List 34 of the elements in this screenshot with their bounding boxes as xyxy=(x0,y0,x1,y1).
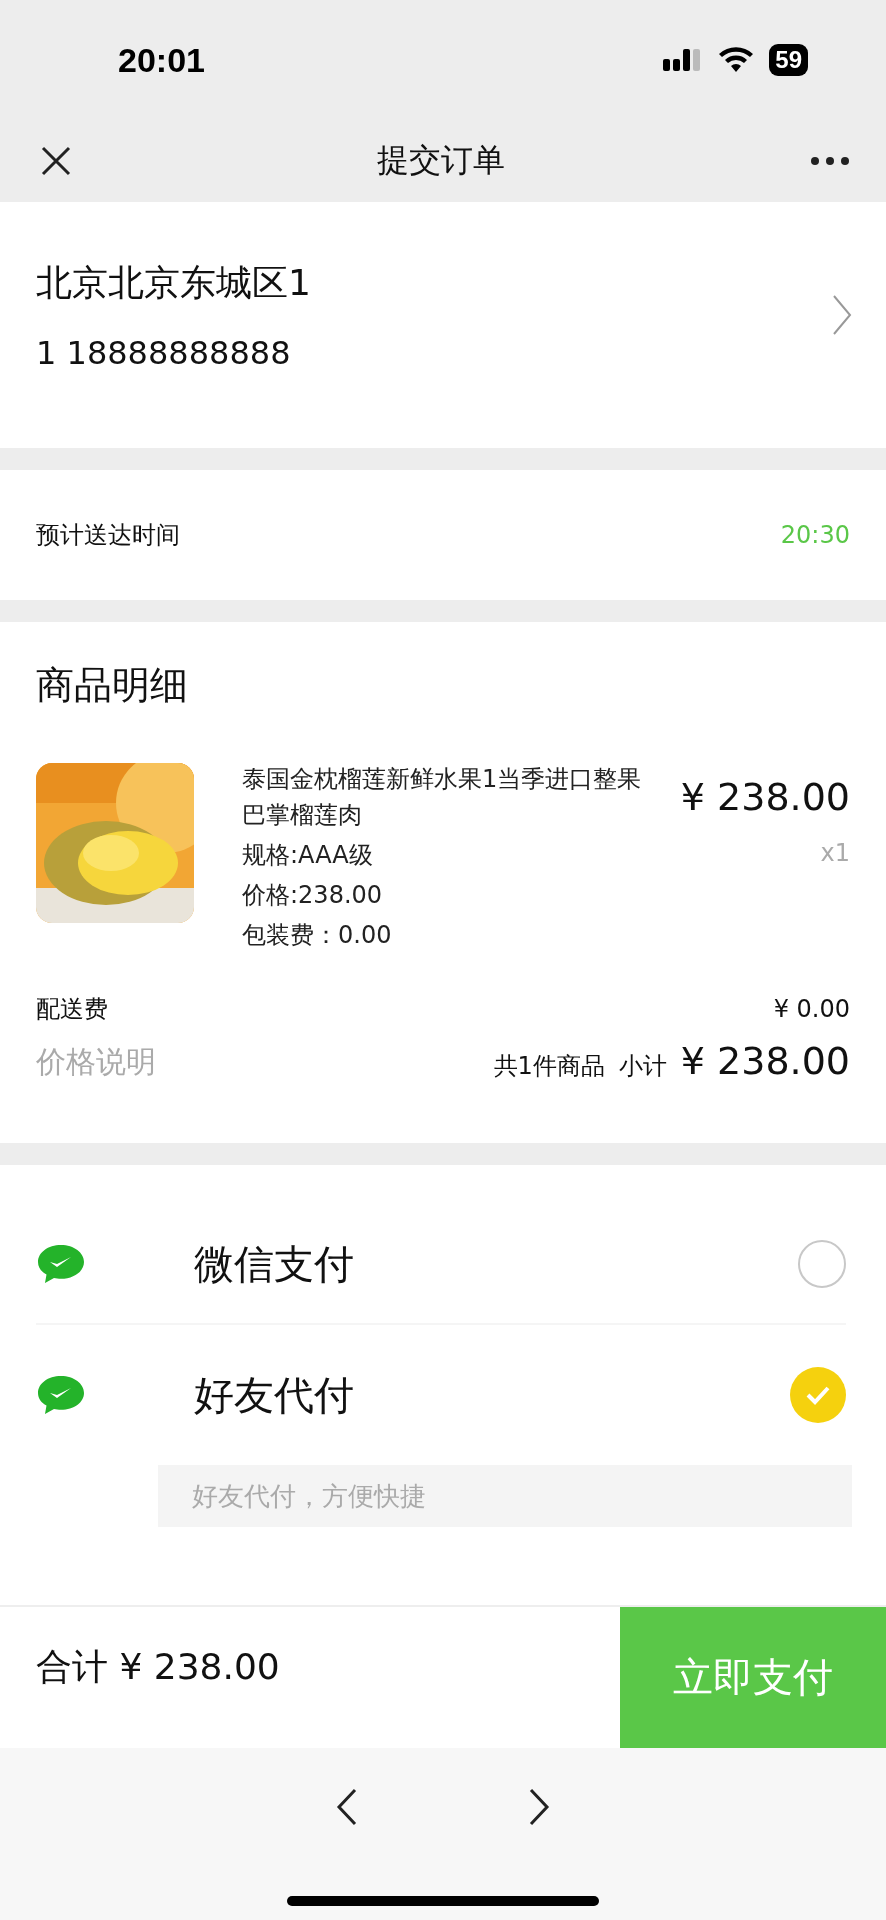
product-price: ¥ 238.00 xyxy=(680,775,850,819)
payment-method-label[interactable]: 好友代付 xyxy=(194,1367,790,1423)
wifi-icon xyxy=(717,46,756,74)
subtotal-amount: ¥ 238.00 xyxy=(680,1039,850,1083)
section-title: 商品明细 xyxy=(36,662,189,709)
chat-bubble-icon xyxy=(36,1243,86,1285)
close-icon[interactable] xyxy=(40,145,72,177)
check-icon xyxy=(805,1385,831,1405)
order-total: 合计 ¥ 238.00 xyxy=(35,1645,281,1689)
message-field[interactable]: 好友代付，方便快捷 xyxy=(158,1465,852,1527)
chat-bubble-icon xyxy=(36,1374,86,1416)
shipping-fee: ¥ 0.00 xyxy=(773,995,850,1023)
forward-icon[interactable] xyxy=(528,1788,550,1826)
payment-method-label[interactable]: 微信支付 xyxy=(194,1236,798,1292)
subtotal-label: 小计 xyxy=(618,1051,667,1082)
battery-level: 59 xyxy=(769,44,808,76)
address-text[interactable]: 北京北京东城区1 xyxy=(36,258,311,308)
product-price-line: 价格:238.00 xyxy=(242,880,384,911)
more-icon[interactable] xyxy=(810,156,850,166)
shipping-label: 配送费 xyxy=(36,994,108,1025)
status-time: 20:01 xyxy=(118,40,205,80)
product-spec: 规格:AAA级 xyxy=(242,840,374,871)
page-title: 提交订单 xyxy=(377,140,505,181)
product-quantity: x1 xyxy=(820,839,850,867)
contact-phone: 1 18888888888 xyxy=(36,333,292,372)
product-name: 泰国金枕榴莲新鲜水果1当季进口整果巴掌榴莲肉 xyxy=(242,764,642,831)
item-count: 共1件商品 xyxy=(493,1051,605,1082)
delivery-time: 20:30 xyxy=(780,521,850,549)
delivery-time-label: 预计送达时间 xyxy=(36,520,180,551)
packing-fee: 包装费：0.00 xyxy=(242,920,393,951)
back-icon[interactable] xyxy=(336,1788,358,1826)
radio-button[interactable] xyxy=(798,1240,846,1288)
chevron-right-icon[interactable] xyxy=(832,294,852,336)
radio-button[interactable] xyxy=(790,1367,846,1423)
